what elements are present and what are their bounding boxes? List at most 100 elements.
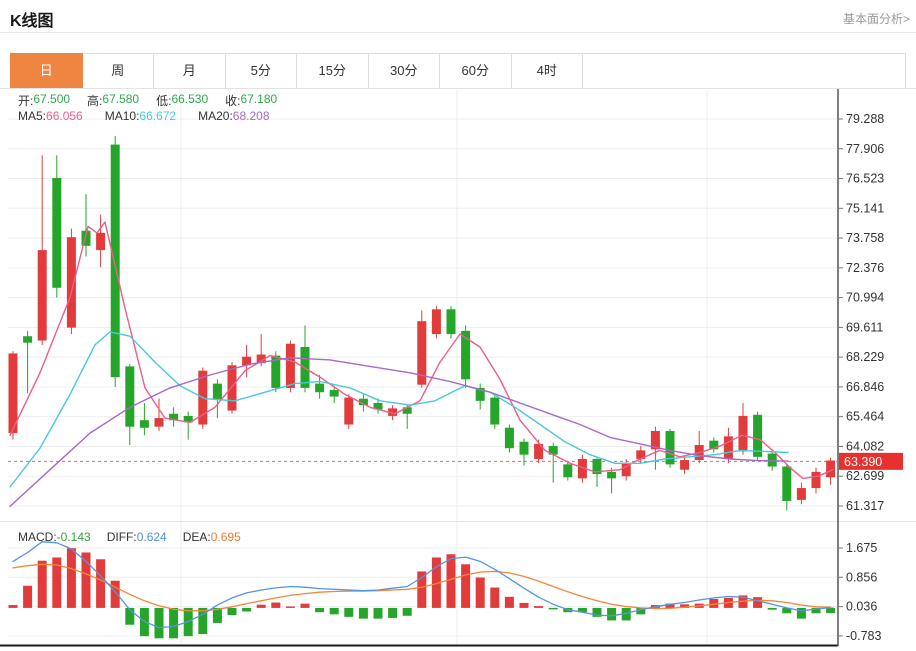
macd-bar-positive <box>96 559 105 608</box>
tab-period-月[interactable]: 月 <box>154 54 226 88</box>
legend-value: 66.056 <box>46 109 83 123</box>
axis-tick-label: 0.856 <box>846 570 877 584</box>
axis-tick-label: 66.846 <box>846 380 884 394</box>
macd-bar-positive <box>753 597 762 608</box>
legend-label: 收: <box>225 92 240 109</box>
legend-value: 67.580 <box>102 92 139 109</box>
macd-bar-positive <box>301 604 310 608</box>
candle-body-down <box>330 390 339 396</box>
macd-bar-negative <box>228 608 237 615</box>
legend-value: 67.180 <box>240 92 277 109</box>
axis-tick-label: 64.082 <box>846 439 884 453</box>
macd-bar-negative <box>330 608 339 614</box>
macd-bar-positive <box>67 548 76 608</box>
macd-bar-positive <box>447 554 456 608</box>
candle-body-up <box>432 309 441 334</box>
fundamental-analysis-link[interactable]: 基本面分析> <box>843 10 910 27</box>
macd-bar-negative <box>549 608 558 609</box>
candle-body-down <box>520 442 529 455</box>
axis-tick-label: 69.611 <box>846 320 883 334</box>
macd-bar-positive <box>534 606 543 608</box>
ohlc-legend-item: 低:66.530 <box>156 92 208 109</box>
candle-body-down <box>505 428 514 448</box>
axis-tick-label: 68.229 <box>846 350 884 364</box>
legend-value: 0.624 <box>137 530 167 544</box>
candle-body-up <box>826 460 835 477</box>
legend-label: MACD: <box>18 530 57 544</box>
macd-bar-negative <box>315 608 324 612</box>
macd-bar-positive <box>38 561 47 608</box>
axis-tick-label: 79.288 <box>846 112 884 126</box>
page-title: K线图 <box>10 7 54 31</box>
legend-label: MA10: <box>105 109 140 123</box>
legend-value: 67.500 <box>33 92 70 109</box>
tab-period-周[interactable]: 周 <box>83 54 155 88</box>
tab-period-5分[interactable]: 5分 <box>226 54 298 88</box>
axis-tick-label: 65.464 <box>846 410 884 424</box>
tabbar-bottom-rule <box>0 88 916 89</box>
legend-label: 开: <box>18 92 33 109</box>
legend-label: 低: <box>156 92 171 109</box>
axis-tick-label: 61.317 <box>846 499 884 513</box>
macd-bar-positive <box>520 603 529 608</box>
ohlc-legend-item: 高:67.580 <box>87 92 139 109</box>
ohlc-legend-item: 收:67.180 <box>225 92 277 109</box>
legend-label: MA5: <box>18 109 46 123</box>
tab-period-4时[interactable]: 4时 <box>512 54 584 88</box>
ma-legend-item: MA5:66.056 <box>18 109 83 123</box>
tab-period-60分[interactable]: 60分 <box>440 54 512 88</box>
axis-tick-label: 70.994 <box>846 291 884 305</box>
macd-legend-item: DEA:0.695 <box>183 530 241 544</box>
legend-value: 66.530 <box>171 92 208 109</box>
macd-bar-positive <box>9 605 18 608</box>
macd-bar-negative <box>155 608 164 638</box>
candle-body-down <box>52 178 61 288</box>
legend-label: MA20: <box>198 109 233 123</box>
macd-bar-positive <box>505 597 514 608</box>
axis-tick-label: 75.141 <box>846 201 884 215</box>
axis-tick-label: 0.036 <box>846 600 877 614</box>
ma-legend-item: MA20:68.208 <box>198 109 269 123</box>
candle-body-up <box>680 460 689 470</box>
axis-tick-label: 72.376 <box>846 261 884 275</box>
macd-legend-item: DIFF:0.624 <box>107 530 167 544</box>
macd-bar-negative <box>403 608 412 616</box>
macd-bar-positive <box>111 581 120 608</box>
candle-body-up <box>344 398 353 425</box>
macd-bar-positive <box>286 606 295 607</box>
macd-bar-negative <box>169 608 178 638</box>
macd-bar-positive <box>490 588 499 608</box>
ma-legend-item: MA10:66.672 <box>105 109 176 123</box>
candle-body-down <box>607 472 616 478</box>
macd-legend: MACD:-0.143 DIFF:0.624 DEA:0.695 <box>18 530 257 544</box>
page-header: K线图 基本面分析> <box>0 0 916 33</box>
legend-value: 66.672 <box>139 109 176 123</box>
ma-legend: MA5:66.056 MA10:66.672 MA20:68.208 <box>18 109 292 123</box>
candle-body-down <box>140 420 149 428</box>
legend-value: 0.695 <box>211 530 241 544</box>
tab-period-15分[interactable]: 15分 <box>297 54 369 88</box>
candle-body-down <box>111 145 120 378</box>
macd-bar-positive <box>271 603 280 608</box>
legend-value: -0.143 <box>57 530 91 544</box>
candle-body-down <box>315 384 324 393</box>
candle-body-up <box>812 472 821 488</box>
axis-tick-label: 76.523 <box>846 172 884 186</box>
macd-bar-negative <box>242 608 251 612</box>
legend-label: DEA: <box>183 530 211 544</box>
macd-legend-item: MACD:-0.143 <box>18 530 91 544</box>
candle-body-up <box>797 488 806 500</box>
macd-bar-negative <box>344 608 353 617</box>
legend-label: DIFF: <box>107 530 137 544</box>
macd-bar-positive <box>476 578 485 608</box>
tab-period-30分[interactable]: 30分 <box>369 54 441 88</box>
tab-period-日[interactable]: 日 <box>10 53 83 89</box>
ohlc-legend-item: 开:67.500 <box>18 92 70 109</box>
candle-body-down <box>403 407 412 413</box>
ohlc-legend: 开:67.500 高:67.580 低:66.530 收:67.180 <box>18 92 294 109</box>
legend-label: 高: <box>87 92 102 109</box>
candle-body-up <box>96 233 105 250</box>
axis-tick-label: 73.758 <box>846 231 884 245</box>
candle-body-down <box>490 398 499 425</box>
candle-body-down <box>213 384 222 400</box>
